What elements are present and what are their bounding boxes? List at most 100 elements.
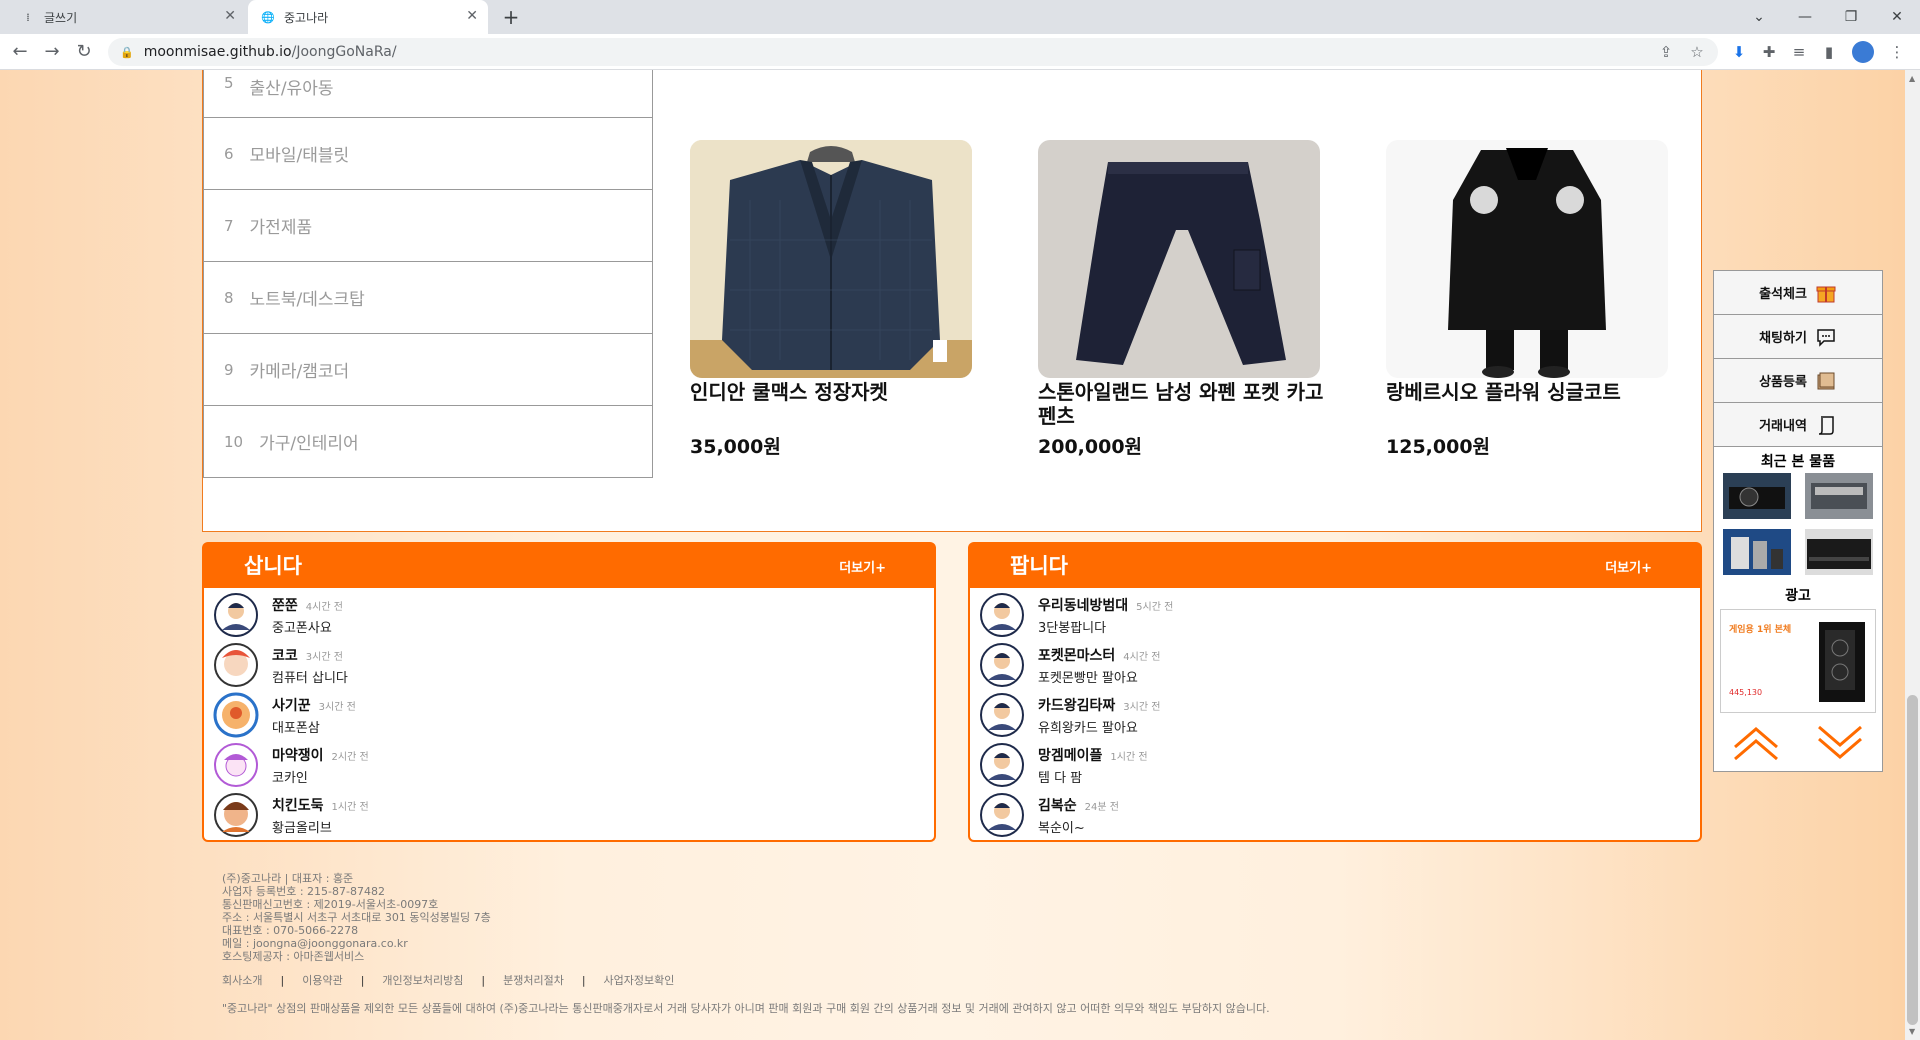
buy-board: 삽니다 더보기+ 쭌쭌 4시간 전 중고폰사요 코코 3시간 전 컴퓨터 삽니다 사기꾼…: [202, 542, 936, 842]
recent-item-thumbnail[interactable]: [1805, 529, 1873, 575]
box-icon: [1817, 372, 1835, 389]
legal-notice: "중고나라" 상점의 판매상품을 제외한 모든 상품들에 대하여 (주)중고나라…: [222, 1002, 1270, 1015]
category-item[interactable]: 7 가전제품: [203, 190, 653, 262]
page-viewport: 5 출산/유아동 6 모바일/태블릿 7 가전제품 8 노트북/데스크탑 9 카메라/캠코…: [0, 70, 1905, 1040]
avatar: [214, 643, 258, 687]
avatar: [980, 643, 1024, 687]
chat-button[interactable]: 채팅하기: [1714, 315, 1882, 359]
reading-list-icon[interactable]: ≡: [1788, 41, 1810, 63]
board-title: 삽니다: [244, 554, 302, 578]
list-item[interactable]: 카드왕김타짜 3시간 전 유희왕카드 팔아요: [970, 690, 1700, 740]
avatar: [214, 793, 258, 837]
board-list: 우리동네방범대 5시간 전 3단봉팝니다 포켓몬마스터 4시간 전 포켓몬빵만 팔아요 …: [968, 588, 1702, 842]
tab-title: 중고나라: [284, 10, 329, 25]
product-price: 35,000원: [690, 436, 781, 458]
product-card[interactable]: 인디안 쿨맥스 정장자켓 35,000원: [690, 140, 980, 459]
forward-icon[interactable]: →: [40, 40, 64, 64]
url-host: moonmisae.github.io: [143, 44, 292, 60]
category-item[interactable]: 8 노트북/데스크탑: [203, 262, 653, 334]
list-item[interactable]: 사기꾼 3시간 전 대포폰삼: [204, 690, 934, 740]
recent-items-grid: [1714, 473, 1882, 575]
site-footer: (주)중고나라 | 대표자 : 홍준 사업자 등록번호 : 215-87-874…: [202, 852, 1702, 1040]
recent-items-title: 최근 본 물품: [1760, 454, 1836, 470]
avatar: [980, 743, 1024, 787]
product-image: [1038, 140, 1320, 378]
footer-link[interactable]: 회사소개: [222, 974, 280, 987]
product-name: 인디안 쿨맥스 정장자켓: [690, 380, 888, 404]
globe-icon: 🌐: [261, 10, 275, 24]
chat-bubble-icon: [1817, 328, 1835, 347]
category-item[interactable]: 5 출산/유아동: [203, 70, 653, 118]
recent-item-thumbnail[interactable]: [1723, 529, 1791, 575]
product-card[interactable]: 랑베르시오 플라워 싱글코트 125,000원: [1386, 140, 1676, 459]
sell-board: 팝니다 더보기+ 우리동네방범대 5시간 전 3단봉팝니다 포켓몬마스터 4시간 전포…: [968, 542, 1702, 842]
receipt-icon: [1818, 415, 1834, 435]
list-item[interactable]: 치킨도둑 1시간 전 황금올리브: [204, 790, 934, 840]
list-item[interactable]: 포켓몬마스터 4시간 전 포켓몬빵만 팔아요: [970, 640, 1700, 690]
list-item[interactable]: 김복순 24분 전 복순이~: [970, 790, 1700, 840]
back-icon[interactable]: ←: [8, 40, 32, 64]
tab-joonggonara[interactable]: 🌐 중고나라 ✕: [248, 0, 488, 34]
recent-item-thumbnail[interactable]: [1723, 473, 1791, 519]
avatar: [980, 693, 1024, 737]
address-bar[interactable]: 🔒 moonmisae.github.io/JoongGoNaRa/: [108, 38, 1718, 66]
lock-icon: 🔒: [120, 45, 134, 59]
menu-icon[interactable]: ⋮: [1886, 41, 1908, 63]
list-item[interactable]: 우리동네방범대 5시간 전 3단봉팝니다: [970, 590, 1700, 640]
category-list: 5 출산/유아동 6 모바일/태블릿 7 가전제품 8 노트북/데스크탑 9 카메라/캠코…: [203, 70, 653, 478]
product-price: 125,000원: [1386, 436, 1491, 458]
bookmark-star-icon[interactable]: ☆: [1686, 41, 1708, 63]
tab-search-icon[interactable]: ⌄: [1736, 4, 1782, 30]
list-item[interactable]: 쭌쭌 4시간 전 중고폰사요: [204, 590, 934, 640]
more-link[interactable]: 더보기+: [839, 557, 886, 576]
scroll-down-icon[interactable]: ▼: [1909, 1027, 1915, 1036]
url-path: /JoongGoNaRa/: [291, 44, 397, 60]
list-item[interactable]: 코코 3시간 전 컴퓨터 삽니다: [204, 640, 934, 690]
reload-icon[interactable]: ↻: [72, 40, 96, 64]
side-panel-icon[interactable]: ▮: [1818, 41, 1840, 63]
quick-menu-sidebar: 출석체크 채팅하기 상품등록 거래내역 최근 본 물품 광고 게임용 1위 본체…: [1713, 270, 1883, 772]
profile-avatar[interactable]: [1852, 41, 1874, 63]
board-list: 쭌쭌 4시간 전 중고폰사요 코코 3시간 전 컴퓨터 삽니다 사기꾼 3시간 전 대포폰삼…: [202, 588, 936, 842]
extensions-icon[interactable]: ✚: [1758, 41, 1780, 63]
product-image: [1386, 140, 1668, 378]
footer-links: 회사소개 | 이용약관 | 개인정보처리방침 | 분쟁처리절차 | 사업자정보확인: [222, 974, 692, 987]
scroll-top-arrow-icon[interactable]: [1731, 723, 1781, 763]
transaction-history-button[interactable]: 거래내역: [1714, 403, 1882, 447]
product-card[interactable]: 스톤아일랜드 남성 와펜 포켓 카고 펜츠 200,000원: [1038, 140, 1328, 459]
minimize-button[interactable]: —: [1782, 4, 1828, 30]
download-icon[interactable]: ⬇: [1728, 41, 1750, 63]
category-item[interactable]: 6 모바일/태블릿: [203, 118, 653, 190]
scroll-up-icon[interactable]: ▲: [1909, 74, 1915, 83]
product-name: 랑베르시오 플라워 싱글코트: [1386, 380, 1621, 404]
footer-link[interactable]: 분쟁처리절차: [485, 974, 582, 987]
share-icon[interactable]: ⇪: [1655, 41, 1677, 63]
avatar: [214, 743, 258, 787]
close-icon[interactable]: ✕: [224, 8, 236, 24]
list-item[interactable]: 마약쟁이 2시간 전 코카인: [204, 740, 934, 790]
restore-button[interactable]: ❐: [1828, 4, 1874, 30]
product-name: 스톤아일랜드 남성 와펜 포켓 카고 펜츠: [1038, 380, 1324, 428]
browser-toolbar: ← → ↻ 🔒 moonmisae.github.io/JoongGoNaRa/…: [0, 34, 1920, 70]
window-close-button[interactable]: ✕: [1874, 4, 1920, 30]
close-icon[interactable]: ✕: [466, 8, 478, 24]
register-product-button[interactable]: 상품등록: [1714, 359, 1882, 403]
recent-item-thumbnail[interactable]: [1805, 473, 1873, 519]
footer-link[interactable]: 이용약관: [284, 974, 360, 987]
attendance-button[interactable]: 출석체크: [1714, 271, 1882, 315]
scrollbar-thumb[interactable]: [1907, 695, 1918, 1025]
avatar: [980, 593, 1024, 637]
new-tab-button[interactable]: +: [498, 4, 524, 30]
category-item[interactable]: 9 카메라/캠코더: [203, 334, 653, 406]
tab-write[interactable]: ⁞ 글쓰기 ✕: [8, 0, 246, 34]
category-item[interactable]: 10 가구/인테리어: [203, 406, 653, 478]
more-link[interactable]: 더보기+: [1605, 557, 1652, 576]
footer-link[interactable]: 개인정보처리방침: [364, 974, 481, 987]
avatar: [214, 593, 258, 637]
ad-banner[interactable]: 게임용 1위 본체 445,130: [1720, 609, 1876, 713]
footer-link[interactable]: 사업자정보확인: [586, 974, 693, 987]
product-price: 200,000원: [1038, 436, 1143, 458]
page-scrollbar[interactable]: ▲ ▼: [1905, 70, 1920, 1040]
list-item[interactable]: 망겜메이플 1시간 전템 다 팜: [970, 740, 1700, 790]
scroll-bottom-arrow-icon[interactable]: [1815, 723, 1865, 763]
